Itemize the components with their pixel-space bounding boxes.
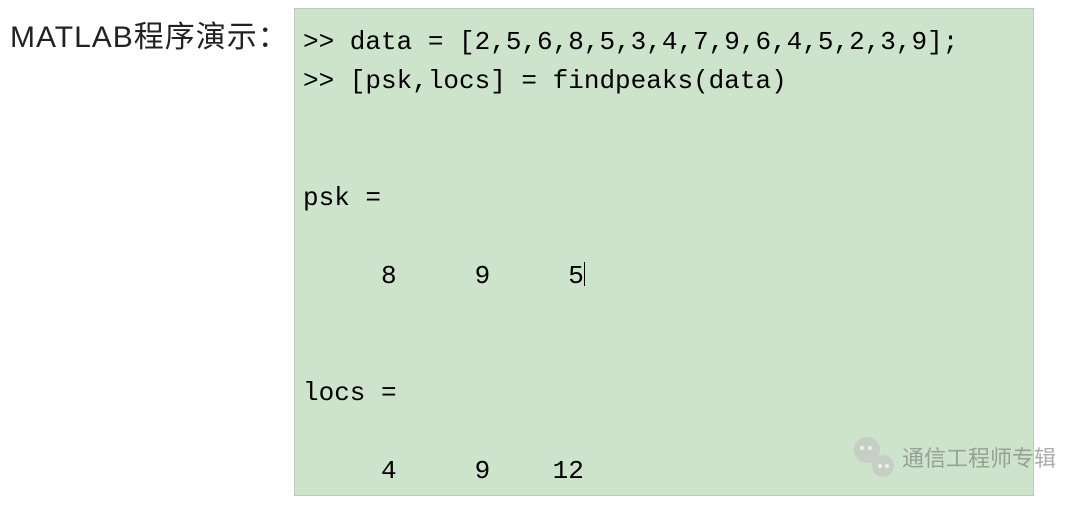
matlab-output-block: >> data = [2,5,6,8,5,3,4,7,9,6,4,5,2,3,9… [294, 8, 1034, 496]
psk-label: psk = [303, 183, 381, 213]
code-line-2: >> [psk,locs] = findpeaks(data) [303, 66, 787, 96]
wechat-icon [854, 437, 894, 477]
psk-values: 8 9 5 [303, 261, 584, 291]
locs-label: locs = [303, 378, 397, 408]
page-title: MATLAB程序演示： [10, 12, 289, 56]
text-cursor [584, 262, 585, 286]
code-line-1: >> data = [2,5,6,8,5,3,4,7,9,6,4,5,2,3,9… [303, 27, 958, 57]
locs-values: 4 9 12 [303, 456, 584, 486]
watermark-text: 通信工程师专辑 [902, 441, 1056, 473]
watermark: 通信工程师专辑 [854, 437, 1056, 477]
